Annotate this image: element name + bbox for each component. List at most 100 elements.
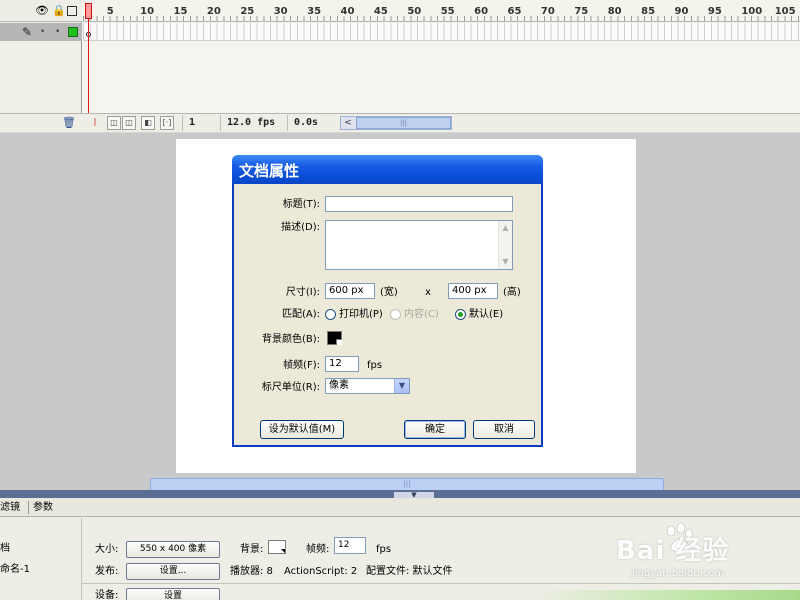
ruler-number: 45	[373, 6, 388, 17]
description-textarea[interactable]: ▲ ▼	[325, 220, 513, 270]
lock-icon[interactable]: 🔒	[52, 5, 66, 17]
outline-icon[interactable]	[67, 6, 77, 16]
width-unit: (宽)	[380, 287, 398, 298]
fps-unit: fps	[376, 544, 392, 555]
pencil-icon: ✎	[22, 25, 33, 39]
size-button[interactable]: 550 x 400 像素	[126, 541, 220, 558]
background-label: 背景:	[240, 544, 264, 555]
match-label: 匹配(A):	[281, 309, 320, 320]
size-label: 尺寸(I):	[285, 287, 320, 298]
ruler-units-select[interactable]: 像素 ▼	[325, 378, 410, 394]
ruler-number: 65	[507, 6, 522, 17]
onion-skin-icon[interactable]: ◫	[107, 116, 121, 130]
ruler-number: 40	[340, 6, 355, 17]
properties-tabs: 滤镜 参数	[0, 498, 800, 517]
frame-rate-readout: 12.0 fps	[220, 115, 282, 131]
lock-dot-icon[interactable]: •	[55, 25, 60, 39]
dialog-body: 标题(T): 描述(D): ▲ ▼ 尺寸(I): 600 px (宽) x 40…	[234, 184, 541, 445]
cancel-button[interactable]: 取消	[473, 420, 535, 439]
ruler-number: 80	[607, 6, 622, 17]
publish-label: 发布:	[95, 566, 119, 577]
ruler-number: 105	[774, 6, 796, 17]
scroll-left-arrow-icon[interactable]: <	[341, 117, 355, 129]
layer-color-swatch[interactable]	[68, 27, 78, 37]
ruler-number: 90	[674, 6, 689, 17]
tab-filters[interactable]: 滤镜	[0, 502, 20, 514]
bg-color-swatch[interactable]	[327, 331, 342, 345]
ruler-units-value: 像素	[329, 380, 349, 391]
make-default-button[interactable]: 设为默认值(M)	[260, 420, 344, 439]
publish-settings-button[interactable]: 设置...	[126, 563, 220, 580]
background-color-swatch[interactable]	[268, 540, 286, 554]
ruler-number: 15	[173, 6, 188, 17]
fps-label: 帧频(F):	[283, 360, 320, 371]
device-settings-button[interactable]: 设置	[126, 588, 220, 600]
baidu-watermark: Bai 经验 jingyan.baidu.com	[532, 520, 800, 600]
watermark-green-strip	[532, 590, 800, 600]
onion-markers-icon[interactable]: [·]	[160, 116, 174, 130]
scroll-up-icon[interactable]: ▲	[500, 222, 511, 234]
ruler-number: 70	[540, 6, 555, 17]
fps-label: 帧频:	[306, 544, 330, 555]
actionscript-version: ActionScript: 2	[284, 566, 358, 577]
match-default-radio[interactable]	[455, 309, 466, 320]
height-input[interactable]: 400 px	[448, 283, 498, 299]
ruler-number: 30	[273, 6, 288, 17]
description-label: 描述(D):	[281, 222, 320, 233]
onion-outline-icon[interactable]: ◫	[122, 116, 136, 130]
elapsed-time: 0.0s	[287, 115, 335, 131]
timeline-scrollbar[interactable]: < |||	[340, 116, 452, 130]
tab-parameters[interactable]: 参数	[33, 502, 53, 514]
tab-separator	[28, 501, 29, 514]
ruler-number: 50	[407, 6, 422, 17]
current-frame: 1	[182, 115, 218, 131]
times-sign: x	[425, 287, 431, 298]
document-properties-dialog: 文档属性 标题(T): 描述(D): ▲ ▼ 尺寸(I): 600 px (宽)…	[232, 155, 543, 447]
visibility-dot-icon[interactable]: •	[40, 25, 45, 39]
playhead[interactable]	[85, 3, 92, 19]
doc-name: 命名-1	[0, 564, 30, 575]
ruler-number: 5	[106, 6, 114, 17]
ruler-number: 10	[140, 6, 155, 17]
fps-input[interactable]: 12	[325, 356, 359, 372]
chevron-down-icon[interactable]: ▼	[394, 379, 409, 393]
match-contents-radio	[390, 309, 401, 320]
player-version: 播放器: 8	[230, 566, 273, 577]
eye-icon[interactable]: 👁	[35, 5, 49, 17]
ruler-number: 100	[741, 6, 763, 17]
ruler-number: 25	[240, 6, 255, 17]
ruler-number: 60	[474, 6, 489, 17]
center-frame-icon[interactable]: |	[88, 116, 102, 130]
scroll-down-icon[interactable]: ▼	[500, 256, 511, 268]
description-scrollbar[interactable]: ▲ ▼	[498, 221, 512, 269]
fps-input[interactable]: 12	[334, 537, 366, 554]
watermark-url: jingyan.baidu.com	[632, 568, 725, 579]
match-printer-label: 打印机(P)	[339, 309, 383, 320]
document-summary: 档 命名-1	[0, 518, 82, 600]
scroll-thumb[interactable]: |||	[356, 117, 451, 129]
dialog-title: 文档属性	[239, 162, 300, 180]
frame-ruler[interactable]: 1510152025303540455055606570758085909510…	[83, 0, 800, 22]
match-default-label: 默认(E)	[469, 309, 504, 320]
device-label: 设备:	[95, 590, 119, 600]
width-input[interactable]: 600 px	[325, 283, 375, 299]
height-unit: (高)	[503, 287, 521, 298]
timeline-toolbar: 🗑 | ◫ ◫ ◧ [·] 1 12.0 fps 0.0s < |||	[0, 113, 800, 132]
layer-header: 👁 🔒	[0, 0, 82, 22]
trash-icon[interactable]: 🗑	[62, 116, 76, 130]
layer-row[interactable]: ✎ • •	[0, 23, 82, 41]
profile-label: 配置文件: 默认文件	[366, 566, 453, 577]
ruler-number: 55	[440, 6, 455, 17]
match-printer-radio[interactable]	[325, 309, 336, 320]
frames-row[interactable]	[83, 23, 800, 41]
title-label: 标题(T):	[282, 199, 320, 210]
ruler-number: 75	[574, 6, 589, 17]
title-input[interactable]	[325, 196, 513, 212]
ruler-units-label: 标尺单位(R):	[261, 382, 320, 393]
edit-multiple-icon[interactable]: ◧	[141, 116, 155, 130]
dialog-title-bar[interactable]: 文档属性	[232, 155, 543, 184]
size-label: 大小:	[95, 544, 119, 555]
ruler-number: 20	[206, 6, 221, 17]
fps-unit: fps	[367, 360, 383, 371]
ok-button[interactable]: 确定	[404, 420, 466, 439]
